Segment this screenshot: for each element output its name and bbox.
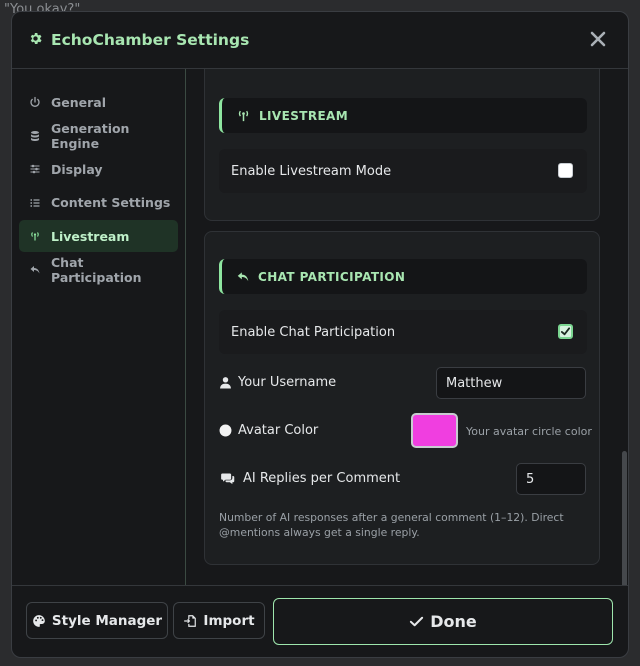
chat-participation-checkbox[interactable]: [558, 324, 573, 339]
broadcast-icon: [238, 110, 249, 122]
close-button[interactable]: [586, 27, 610, 51]
import-button[interactable]: Import: [173, 602, 265, 639]
settings-content[interactable]: LIVESTREAM Enable Livestream Mode CHAT P…: [187, 69, 628, 585]
sidebar-item-label: Chat Participation: [51, 254, 142, 285]
user-icon: [220, 377, 231, 389]
chat-participation-toggle-row: Enable Chat Participation: [219, 310, 587, 354]
settings-sidebar: General Generation Engine Display Conten…: [12, 69, 186, 585]
sidebar-item-chat-participation[interactable]: Chat Participation: [19, 254, 178, 286]
import-label: Import: [203, 612, 255, 629]
import-icon: [184, 614, 197, 627]
ai-replies-input[interactable]: [516, 463, 586, 495]
list-icon: [30, 199, 40, 207]
sidebar-item-content-settings[interactable]: Content Settings: [19, 187, 178, 219]
done-button[interactable]: Done: [273, 598, 613, 645]
style-manager-button[interactable]: Style Manager: [26, 602, 168, 639]
done-label: Done: [430, 612, 477, 631]
livestream-toggle-label: Enable Livestream Mode: [231, 163, 392, 179]
chat-participation-card: CHAT PARTICIPATION Enable Chat Participa…: [204, 231, 600, 565]
settings-modal: EchoChamber Settings General Generation …: [11, 11, 629, 658]
section-header-label: CHAT PARTICIPATION: [258, 269, 406, 284]
sidebar-item-label: Livestream: [51, 228, 130, 244]
gear-icon: [28, 31, 43, 50]
chat-participation-section-header: CHAT PARTICIPATION: [219, 259, 587, 294]
sidebar-item-label: Content Settings: [51, 195, 171, 211]
style-manager-label: Style Manager: [51, 612, 163, 629]
close-icon: [590, 31, 606, 47]
sidebar-item-label: Display: [51, 161, 103, 177]
palette-icon: [33, 614, 45, 627]
sidebar-item-display[interactable]: Display: [19, 153, 178, 185]
checkmark-icon: [560, 327, 571, 336]
chat-participation-toggle-label: Enable Chat Participation: [231, 324, 396, 340]
livestream-card: LIVESTREAM Enable Livestream Mode: [204, 69, 600, 221]
avatar-color-picker[interactable]: [411, 413, 458, 448]
circle-icon: [219, 424, 232, 437]
sidebar-item-label: General: [51, 94, 106, 110]
avatar-color-hint: Your avatar circle color: [466, 425, 592, 438]
modal-title-text: EchoChamber Settings: [51, 31, 250, 49]
checkmark-icon: [410, 616, 424, 627]
content-scrollbar[interactable]: [622, 451, 627, 585]
database-icon: [31, 130, 39, 141]
reply-icon: [30, 265, 40, 274]
section-header-label: LIVESTREAM: [259, 108, 349, 123]
broadcast-icon: [31, 232, 39, 241]
ai-replies-help-text: Number of AI responses after a general c…: [219, 511, 564, 539]
sidebar-item-generation-engine[interactable]: Generation Engine: [19, 120, 178, 152]
sliders-icon: [30, 164, 40, 174]
modal-header: EchoChamber Settings: [12, 12, 628, 69]
power-icon: [30, 96, 40, 107]
modal-title: EchoChamber Settings: [28, 31, 249, 50]
username-label: Your Username: [238, 375, 337, 390]
modal-footer: Style Manager Import Done: [12, 585, 628, 657]
livestream-checkbox[interactable]: [558, 163, 573, 178]
comments-icon: [221, 473, 235, 485]
username-input[interactable]: [436, 367, 586, 399]
livestream-toggle-row: Enable Livestream Mode: [219, 149, 587, 193]
avatar-color-label: Avatar Color: [238, 423, 319, 438]
sidebar-item-livestream[interactable]: Livestream: [19, 220, 178, 253]
reply-icon: [237, 271, 249, 281]
livestream-section-header: LIVESTREAM: [219, 98, 587, 133]
sidebar-item-general[interactable]: General: [19, 86, 178, 118]
ai-replies-label: AI Replies per Comment: [243, 471, 401, 486]
sidebar-item-label: Generation Engine: [51, 120, 130, 151]
